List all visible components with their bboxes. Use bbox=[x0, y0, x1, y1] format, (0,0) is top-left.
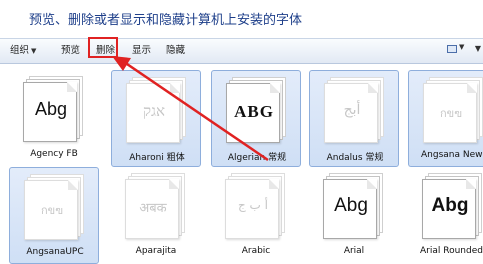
toolbar: 组织 ▼ 预览 删除 显示 隐藏 ▼ ▼ bbox=[0, 38, 483, 64]
chevron-down-icon: ▼ bbox=[459, 43, 465, 51]
font-name: Angsana New bbox=[421, 150, 483, 160]
font-preview-icon: กขฃ bbox=[423, 77, 483, 145]
font-tile-andalus[interactable]: أبج Andalus 常规 bbox=[309, 70, 399, 167]
hide-button[interactable]: 隐藏 bbox=[166, 43, 185, 58]
font-sample-text: Abg bbox=[431, 195, 469, 216]
font-preview-icon: Abg bbox=[323, 173, 383, 241]
font-sample-text: กขฃ bbox=[440, 107, 462, 120]
page-title: 预览、删除或者显示和隐藏计算机上安装的字体 bbox=[29, 13, 303, 28]
view-options-button[interactable]: ▼ bbox=[447, 43, 469, 57]
font-preview-icon: أ ب ج bbox=[225, 173, 285, 241]
font-sample-text: Abg bbox=[34, 99, 68, 119]
font-preview-icon: Abg bbox=[422, 173, 482, 241]
chevron-down-icon: ▼ bbox=[31, 47, 37, 55]
organize-button[interactable]: 组织 ▼ bbox=[10, 43, 36, 58]
font-preview-icon: ABG bbox=[226, 77, 286, 145]
font-sample-text: أبج bbox=[343, 102, 361, 118]
delete-highlight-box bbox=[88, 37, 118, 58]
font-tile-arial[interactable]: Abg Arial bbox=[309, 167, 399, 264]
font-name: Arial Rounded bbox=[420, 246, 483, 256]
chevron-down-icon[interactable]: ▼ bbox=[475, 44, 481, 53]
font-tile-algerian[interactable]: ABG Algerian 常规 bbox=[211, 70, 301, 167]
font-preview-icon: אגק bbox=[126, 77, 186, 145]
font-sample-text: أ ب ج bbox=[237, 198, 268, 212]
font-tile-arial-rounded[interactable]: Abg Arial Rounded bbox=[408, 167, 483, 264]
font-tile-aparajita[interactable]: अबक Aparajita bbox=[111, 167, 201, 264]
font-tile-angsanaupc[interactable]: กขฃ AngsanaUPC bbox=[9, 167, 99, 264]
preview-button[interactable]: 预览 bbox=[61, 43, 80, 58]
font-preview-icon: กขฃ bbox=[24, 174, 84, 242]
font-preview-icon: أبج bbox=[324, 77, 384, 145]
font-sample-text: ABG bbox=[234, 102, 274, 121]
font-sample-text: กขฃ bbox=[41, 204, 63, 217]
view-icon bbox=[447, 45, 457, 53]
font-name: Arial bbox=[343, 246, 365, 256]
organize-label: 组织 bbox=[10, 45, 30, 56]
font-tile-agency-fb[interactable]: Abg Agency FB bbox=[9, 70, 99, 167]
font-tile-aharoni[interactable]: אגק Aharoni 粗体 bbox=[111, 70, 201, 167]
font-name: Algerian 常规 bbox=[227, 153, 287, 163]
font-preview-icon: Abg bbox=[23, 76, 83, 144]
show-button[interactable]: 显示 bbox=[132, 43, 151, 58]
font-name: Aharoni 粗体 bbox=[129, 153, 185, 163]
font-sample-text: אגק bbox=[143, 102, 165, 120]
font-tile-angsana-new[interactable]: กขฃ Angsana New bbox=[408, 70, 483, 167]
font-sample-text: Abg bbox=[334, 195, 368, 216]
font-name: AngsanaUPC bbox=[26, 247, 84, 257]
font-name: Andalus 常规 bbox=[326, 153, 384, 163]
font-name: Aparajita bbox=[135, 246, 177, 256]
font-sample-text: अबक bbox=[139, 201, 167, 216]
font-name: Agency FB bbox=[30, 149, 78, 159]
font-tile-arabic[interactable]: أ ب ج Arabic bbox=[211, 167, 301, 264]
font-preview-icon: अबक bbox=[125, 173, 185, 241]
font-name: Arabic bbox=[241, 246, 271, 256]
